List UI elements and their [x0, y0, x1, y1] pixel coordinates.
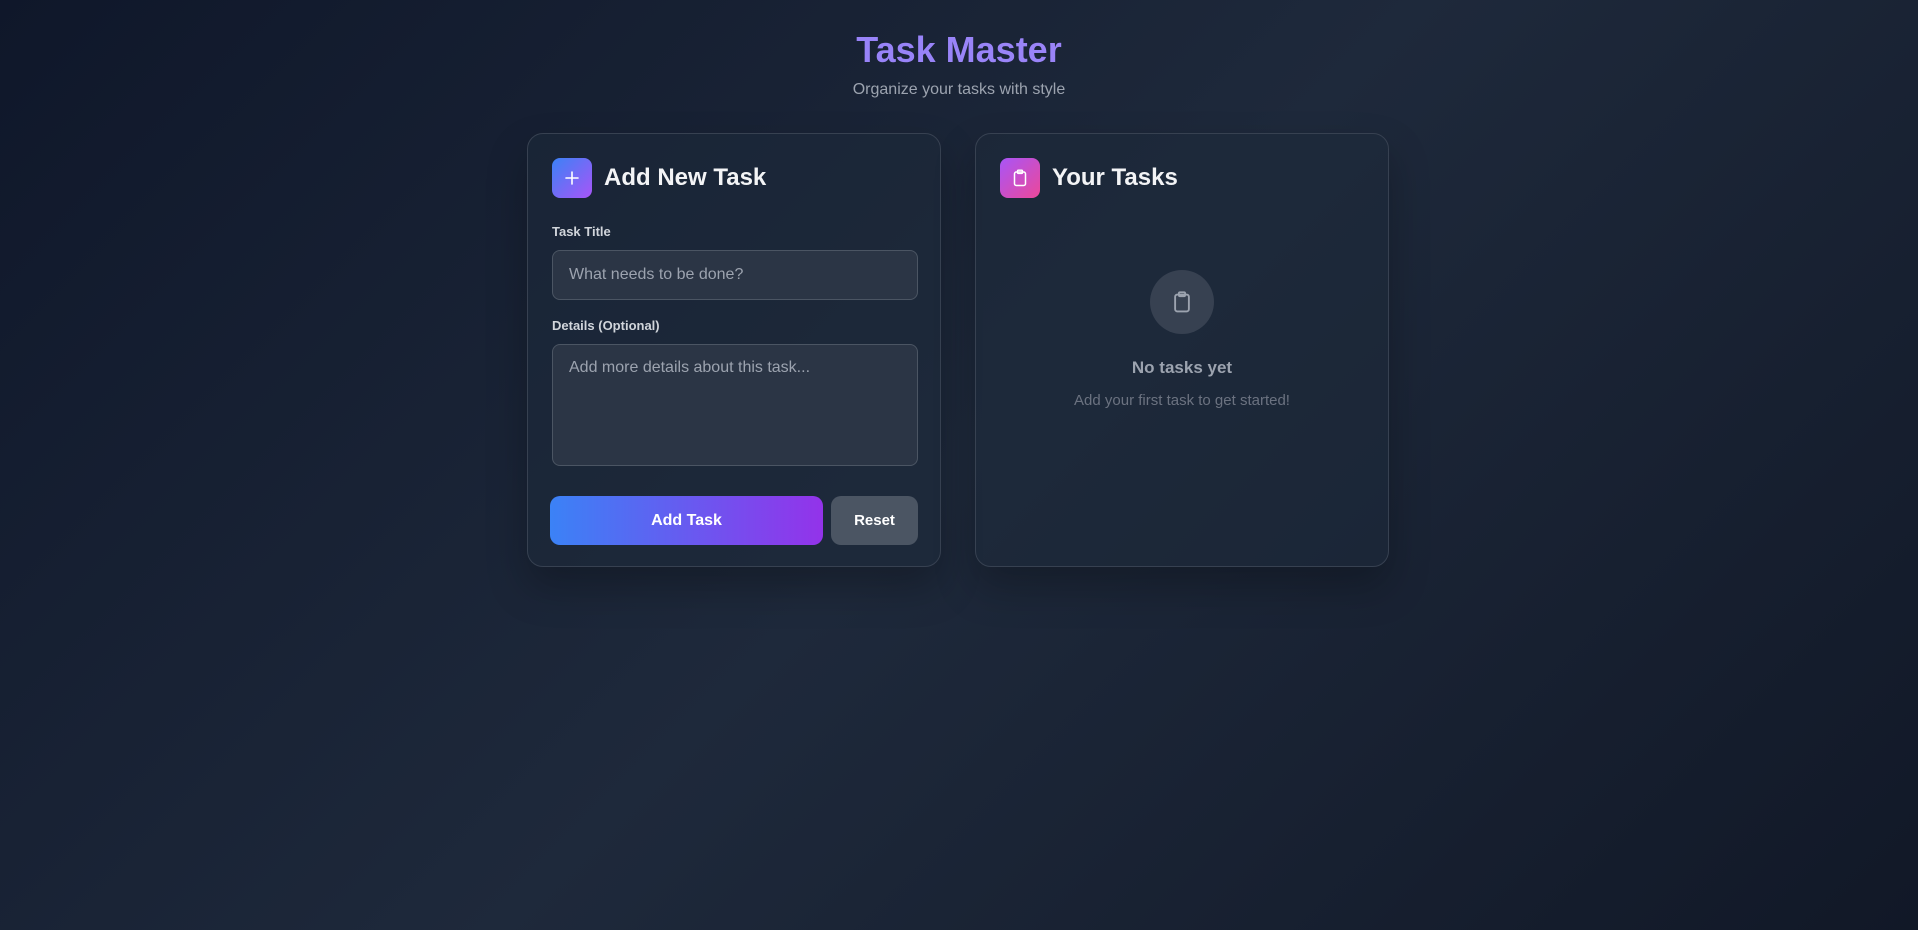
add-task-card-header: Add New Task [552, 158, 766, 198]
task-title-label: Task Title [552, 224, 611, 239]
app-title: Task Master [0, 28, 1918, 72]
tasks-card-header: Your Tasks [1000, 158, 1178, 198]
add-task-card-title: Add New Task [604, 164, 767, 191]
empty-state-subtitle: Add your first task to get started! [1074, 392, 1290, 409]
task-title-input[interactable] [552, 250, 918, 300]
add-task-card: Add New Task Task Title Details (Optiona… [527, 133, 941, 567]
empty-state: No tasks yet Add your first task to get … [976, 270, 1388, 409]
app-subtitle: Organize your tasks with style [852, 81, 1066, 98]
task-details-label: Details (Optional) [552, 318, 660, 333]
task-details-textarea[interactable] [552, 344, 918, 466]
reset-button[interactable]: Reset [831, 496, 918, 545]
clipboard-icon [1000, 158, 1040, 198]
empty-clipboard-icon [1150, 270, 1214, 334]
tasks-card-title: Your Tasks [1052, 164, 1178, 191]
tasks-card: Your Tasks No tasks yet Add your first t… [975, 133, 1389, 567]
plus-icon [552, 158, 592, 198]
empty-state-title: No tasks yet [1131, 358, 1233, 377]
add-task-button[interactable]: Add Task [550, 496, 823, 545]
app-header: Task Master Organize your tasks with sty… [0, 28, 1918, 100]
